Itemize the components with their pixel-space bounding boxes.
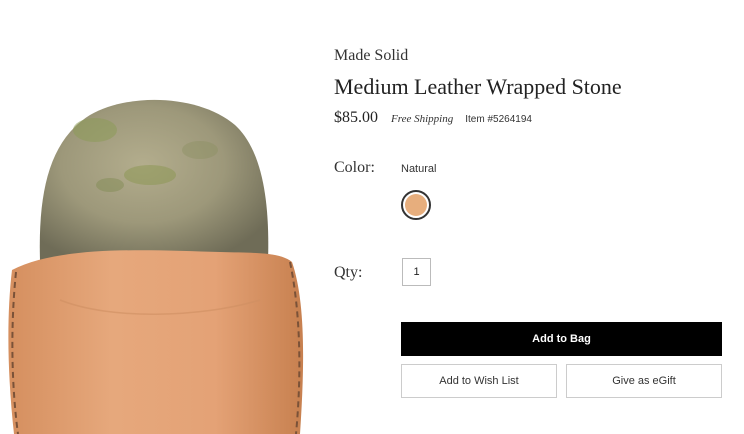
add-to-bag-button[interactable]: Add to Bag (401, 322, 722, 356)
product-title: Medium Leather Wrapped Stone (334, 74, 622, 99)
product-price: $85.00 (334, 109, 378, 126)
quantity-label: Qty: (334, 264, 363, 281)
color-selected-value: Natural (401, 163, 437, 175)
shipping-info: Free Shipping (391, 113, 454, 125)
color-swatch-natural[interactable] (401, 190, 431, 220)
item-number: Item #5264194 (465, 114, 532, 125)
leather-wrap (8, 250, 304, 434)
add-to-wish-list-button[interactable]: Add to Wish List (401, 364, 557, 398)
give-as-egift-button[interactable]: Give as eGift (566, 364, 722, 398)
brand-name[interactable]: Made Solid (334, 47, 408, 65)
color-label: Color: (334, 159, 375, 176)
product-image (0, 0, 320, 434)
quantity-input[interactable] (402, 258, 431, 286)
swatch-fill (405, 194, 427, 216)
price-row: $85.00 Free Shipping Item #5264194 (334, 109, 532, 127)
